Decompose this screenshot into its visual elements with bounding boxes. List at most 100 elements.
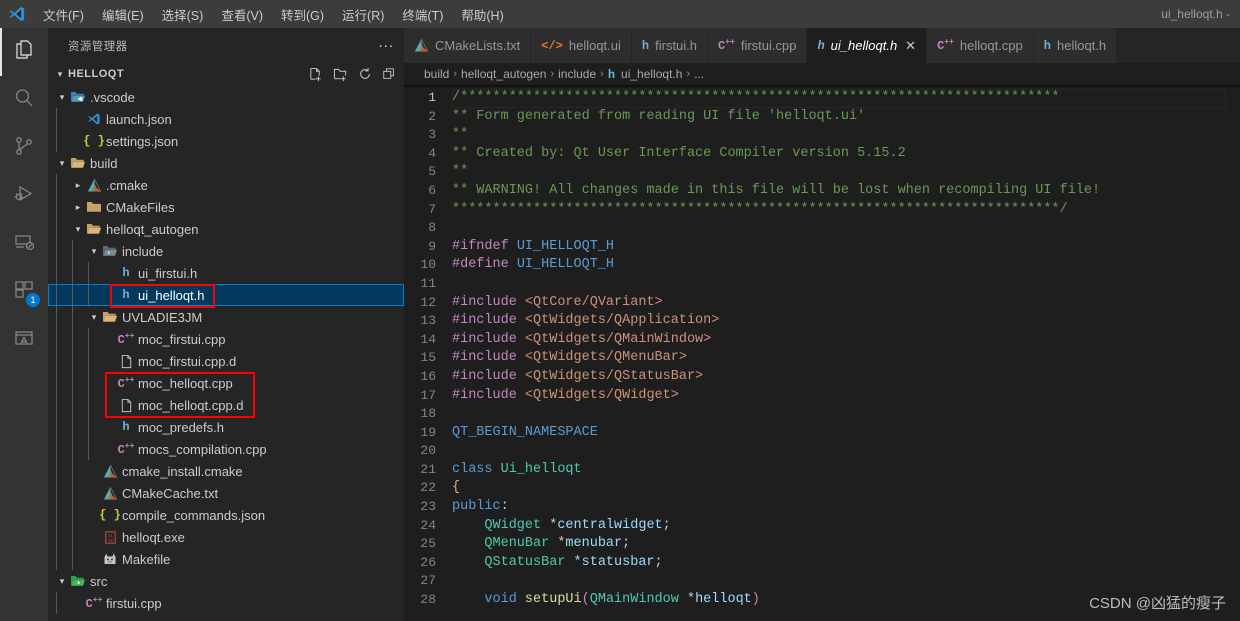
code-token: <QtWidgets/QStatusBar> [524, 368, 704, 384]
editor-tab-cmakelists-txt[interactable]: CMakeLists.txt [404, 28, 532, 63]
tree-row-ui-helloqt-h[interactable]: h ui_helloqt.h [48, 284, 404, 306]
chevron-down-icon[interactable]: ▾ [56, 158, 68, 169]
breadcrumb-item[interactable]: helloqt_autogen [461, 67, 546, 81]
tree-row-cmakecache-txt[interactable]: CMakeCache.txt [48, 482, 404, 504]
code-token: { [452, 480, 461, 496]
tree-row-ui-firstui-h[interactable]: h ui_firstui.h [48, 262, 404, 284]
activity-remote-explorer[interactable] [0, 220, 48, 268]
tree-row-compile-commands-json[interactable]: { } compile_commands.json [48, 504, 404, 526]
line-number: 3 [428, 127, 436, 143]
sidebar-more-actions-icon[interactable]: ... [378, 35, 394, 53]
breadcrumb-item[interactable]: include [558, 67, 596, 81]
tree-row-include[interactable]: ▾ include [48, 240, 404, 262]
tree-row-makefile[interactable]: Makefile [48, 548, 404, 570]
editor-tab-helloqt-h[interactable]: h helloqt.h [1033, 28, 1118, 63]
menu-terminal[interactable]: 终端(T) [393, 0, 452, 28]
file-h-icon: h [1043, 38, 1051, 53]
tree-row-launch-json[interactable]: launch.json [48, 108, 404, 130]
title-bar: 文件(F) 编辑(E) 选择(S) 查看(V) 转到(G) 运行(R) 终端(T… [0, 0, 1240, 28]
tree-row-build[interactable]: ▾ build [48, 152, 404, 174]
tree-row-cmake-install-cmake[interactable]: cmake_install.cmake [48, 460, 404, 482]
tree-item-label: .cmake [106, 177, 148, 193]
activity-source-control[interactable] [0, 124, 48, 172]
file-h-icon: h [122, 288, 130, 302]
tree-row-moc-firstui-cpp-d[interactable]: moc_firstui.cpp.d [48, 350, 404, 372]
activity-extensions[interactable]: 1 [0, 268, 48, 316]
new-file-icon[interactable] [308, 67, 323, 82]
tree-row-mocs-compilation-cpp[interactable]: C++ mocs_compilation.cpp [48, 438, 404, 460]
collapse-all-icon[interactable] [382, 67, 396, 81]
sidebar-title-label: 资源管理器 [68, 40, 128, 53]
tree-row-moc-helloqt-cpp[interactable]: C++ moc_helloqt.cpp [48, 372, 404, 394]
tree-row--vscode[interactable]: ▾ .vscode [48, 86, 404, 108]
breadcrumb-item[interactable]: build [424, 67, 449, 81]
indent-guide [56, 526, 72, 548]
menu-help[interactable]: 帮助(H) [452, 0, 512, 28]
tree-item-label: settings.json [106, 133, 179, 149]
menu-edit[interactable]: 编辑(E) [93, 0, 153, 28]
activity-search[interactable] [0, 76, 48, 124]
editor-tab-bar[interactable]: CMakeLists.txt </> helloqt.ui h firstui.h C++… [404, 28, 1240, 63]
breadcrumb-item[interactable]: ui_helloqt.h [621, 67, 682, 81]
tree-row-firstui-cpp[interactable]: C++ firstui.cpp [48, 592, 404, 614]
tree-row-moc-helloqt-cpp-d[interactable]: moc_helloqt.cpp.d [48, 394, 404, 416]
editor-tab-label: firstui.h [655, 38, 698, 53]
tree-item-label: moc_firstui.cpp.d [138, 353, 237, 369]
chevron-right-icon[interactable]: ▸ [72, 202, 84, 213]
editor-scrollbar[interactable] [1226, 85, 1240, 621]
menu-run[interactable]: 运行(R) [333, 0, 393, 28]
activity-explorer[interactable] [0, 28, 48, 76]
new-folder-icon[interactable] [333, 67, 348, 82]
menu-selection[interactable]: 选择(S) [153, 0, 213, 28]
indent-guide [56, 284, 72, 306]
chevron-down-icon[interactable]: ▾ [52, 69, 68, 80]
menu-view[interactable]: 查看(V) [212, 0, 272, 28]
code-token: ( [581, 592, 590, 608]
tree-row-moc-predefs-h[interactable]: h moc_predefs.h [48, 416, 404, 438]
file-cpp-icon: C++ [117, 375, 135, 391]
breadcrumb[interactable]: build › helloqt_autogen › include › h ui_helloq… [404, 63, 1240, 85]
tree-item-label: launch.json [106, 111, 172, 127]
chevron-down-icon[interactable]: ▾ [56, 576, 68, 587]
editor-tab-firstui-h[interactable]: h firstui.h [631, 28, 709, 63]
activity-testing[interactable] [0, 316, 48, 364]
tree-row-helloqt-exe[interactable]: 01 10 helloqt.exe [48, 526, 404, 548]
folder-src-icon [68, 573, 88, 589]
editor-tab-firstui-cpp[interactable]: C++ firstui.cpp [708, 28, 808, 63]
refresh-icon[interactable] [358, 67, 372, 81]
indent-guide [48, 394, 56, 416]
tree-row-uvladie3jm[interactable]: ▾ UVLADIE3JM [48, 306, 404, 328]
folder-section-header[interactable]: ▾ HELLOQT [48, 63, 404, 85]
editor-tab-helloqt-cpp[interactable]: C++ helloqt.cpp [927, 28, 1034, 63]
menu-file[interactable]: 文件(F) [34, 0, 93, 28]
tree-row-settings-json[interactable]: { } settings.json [48, 130, 404, 152]
editor-tab-label: helloqt.cpp [959, 38, 1023, 53]
tree-item-label: moc_predefs.h [138, 419, 224, 435]
tree-row-moc-firstui-cpp[interactable]: C++ moc_firstui.cpp [48, 328, 404, 350]
chevron-down-icon[interactable]: ▾ [88, 312, 100, 323]
chevron-down-icon[interactable]: ▾ [56, 92, 68, 103]
indent-guide [48, 174, 56, 196]
editor-tab-ui-helloqt-h[interactable]: h ui_helloqt.h ✕ [807, 28, 928, 63]
tree-row--cmake[interactable]: ▸ .cmake [48, 174, 404, 196]
code-content[interactable]: /***************************************… [450, 85, 1226, 621]
code-viewport[interactable]: 1 2 3 4 5 6 7 8 9 10 11 12 13 14 15 16 17 18 19 20 21 22 23 24 2… [404, 85, 1240, 621]
code-token: : [500, 499, 509, 515]
tree-row-src[interactable]: ▾ src [48, 570, 404, 592]
close-icon[interactable]: ✕ [905, 38, 916, 54]
chevron-down-icon[interactable]: ▾ [88, 246, 100, 257]
breadcrumb-item[interactable]: ... [694, 67, 704, 81]
csdn-watermark: CSDN @凶猛的瘦子 [1089, 595, 1226, 612]
tree-row-cmakefiles[interactable]: ▸ CMakeFiles [48, 196, 404, 218]
menu-go[interactable]: 转到(G) [272, 0, 333, 28]
chevron-down-icon[interactable]: ▾ [72, 224, 84, 235]
code-token: UI_HELLOQT_H [516, 257, 615, 273]
chevron-right-icon[interactable]: ▸ [72, 180, 84, 191]
code-token: ** [452, 164, 469, 180]
indent-guide [48, 152, 56, 174]
editor-tab-helloqt-ui[interactable]: </> helloqt.ui [531, 28, 632, 63]
code-token: * [541, 517, 558, 533]
tree-row-helloqt-autogen[interactable]: ▾ helloqt_autogen [48, 218, 404, 240]
file-tree[interactable]: ▾ .vscode launch.json { } settings.json ▾ buil… [48, 85, 404, 621]
activity-run-debug[interactable] [0, 172, 48, 220]
